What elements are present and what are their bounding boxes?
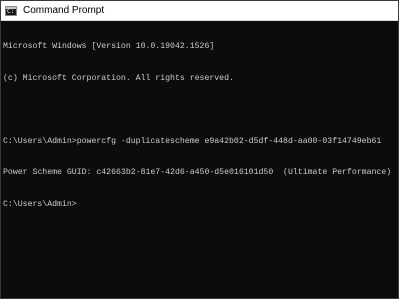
command-prompt-window: C: Command Prompt Microsoft Windows [Ver… [0,0,399,299]
console-line-result: Power Scheme GUID: c42663b2-81e7-42d6-a4… [3,168,392,177]
title-bar[interactable]: C: Command Prompt [1,1,398,21]
command-prompt-icon: C: [5,5,17,16]
window-title: Command Prompt [23,5,105,16]
console-line-version: Microsoft Windows [Version 10.0.19042.15… [3,42,215,51]
console-prompt[interactable]: C:\Users\Admin> [3,200,396,211]
console-line-command: C:\Users\Admin>powercfg -duplicatescheme… [3,136,382,146]
console-output[interactable]: Microsoft Windows [Version 10.0.19042.15… [3,21,396,296]
console-line-blank [3,105,396,116]
console-line-copyright: (c) Microsoft Corporation. All rights re… [3,73,234,83]
